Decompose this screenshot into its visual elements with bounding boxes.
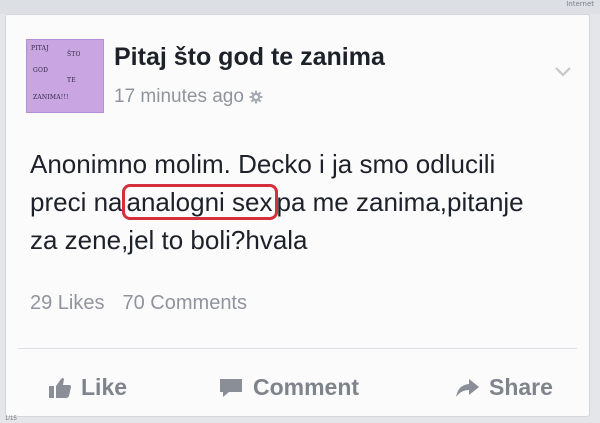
avatar-word: PITAJ bbox=[31, 45, 49, 52]
gear-icon[interactable] bbox=[249, 90, 263, 104]
post-timestamp[interactable]: 17 minutes ago bbox=[114, 86, 244, 108]
avatar-word: TE bbox=[67, 77, 76, 84]
like-label: Like bbox=[81, 374, 128, 400]
browser-top-strip bbox=[0, 0, 600, 14]
post-text-fragment: preci na bbox=[30, 187, 123, 217]
page-name-link[interactable]: Pitaj što god te zanima bbox=[114, 43, 385, 72]
engagement-counts: 29 Likes 70 Comments bbox=[30, 292, 247, 315]
chevron-down-icon[interactable] bbox=[555, 67, 571, 77]
action-divider bbox=[18, 348, 577, 349]
post-text-line: Anonimno molim. Decko i ja smo odlucili bbox=[30, 149, 496, 179]
avatar-word: ZANIMA!!! bbox=[33, 94, 69, 101]
likes-count[interactable]: 29 Likes bbox=[30, 292, 105, 314]
page-avatar[interactable]: PITAJ ŠTO GOD TE ZANIMA!!! bbox=[26, 39, 104, 113]
post-text-fragment: pa me zanima,pitanje bbox=[276, 187, 524, 217]
share-arrow-icon bbox=[456, 378, 479, 397]
comment-label: Comment bbox=[253, 374, 360, 400]
post-card: PITAJ ŠTO GOD TE ZANIMA!!! Pitaj što god… bbox=[5, 14, 590, 417]
share-button[interactable]: Share bbox=[454, 374, 553, 401]
post-text-line: za zene,jel to boli?hvala bbox=[30, 225, 308, 255]
page-counter: 1/15 bbox=[5, 416, 17, 422]
comment-button[interactable]: Comment bbox=[218, 374, 359, 401]
avatar-word: GOD bbox=[33, 67, 49, 74]
avatar-word: ŠTO bbox=[67, 51, 81, 58]
comments-count[interactable]: 70 Comments bbox=[123, 292, 248, 314]
post-text-line: preci na analogni sex pa me zanima,pitanje bbox=[30, 183, 580, 221]
browser-zone-label: Internet bbox=[566, 0, 594, 8]
post-body: Anonimno molim. Decko i ja smo odlucili … bbox=[30, 145, 580, 259]
like-button[interactable]: Like bbox=[48, 374, 127, 401]
post-meta: 17 minutes ago bbox=[114, 86, 263, 108]
speech-bubble-icon bbox=[220, 378, 242, 397]
highlighted-phrase: analogni sex bbox=[121, 184, 278, 220]
share-label: Share bbox=[489, 374, 553, 400]
thumbs-up-icon bbox=[49, 377, 71, 398]
